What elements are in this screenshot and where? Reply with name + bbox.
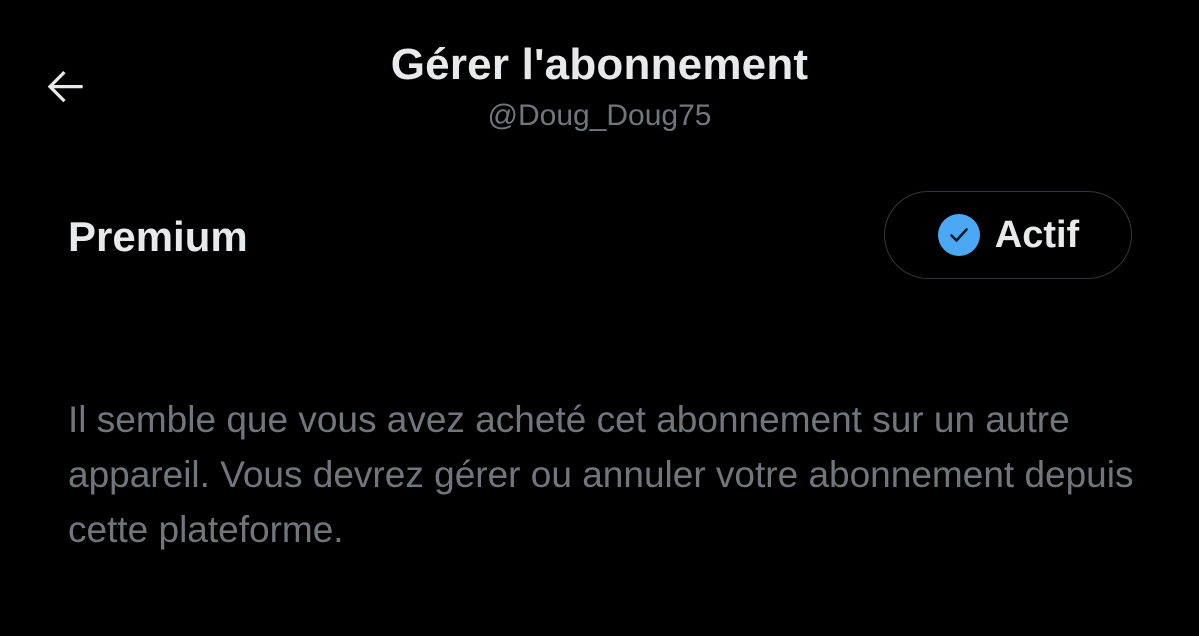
subscription-row: Premium Actif xyxy=(68,190,1132,282)
arrow-left-icon xyxy=(47,71,83,103)
page-title: Gérer l'abonnement xyxy=(390,40,809,89)
info-message: Il semble que vous avez acheté cet abonn… xyxy=(68,399,1134,550)
account-username: @Doug_Doug75 xyxy=(487,99,712,132)
plan-name: Premium xyxy=(68,213,248,260)
check-circle-icon xyxy=(937,214,980,256)
title-block: Gérer l'abonnement @Doug_Doug75 xyxy=(300,38,899,136)
app-header: Gérer l'abonnement @Doug_Doug75 xyxy=(0,0,1199,150)
status-badge: Actif xyxy=(884,191,1132,279)
back-button[interactable] xyxy=(30,50,102,122)
status-label: Actif xyxy=(994,214,1080,256)
